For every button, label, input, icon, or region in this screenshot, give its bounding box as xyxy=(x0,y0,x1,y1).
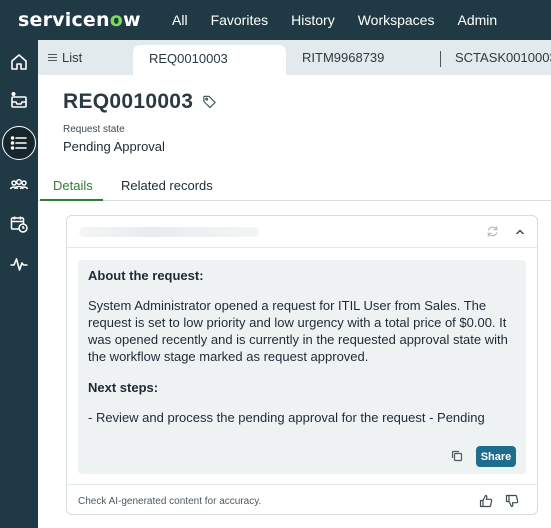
record-subtabs: Details Related records xyxy=(38,175,551,201)
list-icon xyxy=(10,136,27,150)
tab-separator xyxy=(440,51,441,67)
record-number-title: REQ0010003 xyxy=(63,90,194,113)
next-step-item: - Review and process the pending approva… xyxy=(88,410,485,425)
inbox-icon xyxy=(11,92,27,108)
chevron-up-icon[interactable] xyxy=(513,225,527,239)
about-request-heading: About the request: xyxy=(88,268,204,283)
sidebar-schedule[interactable] xyxy=(2,207,36,241)
groups-icon xyxy=(9,178,29,190)
request-state-value: Pending Approval xyxy=(63,139,165,154)
sidebar-activity[interactable] xyxy=(2,247,36,281)
top-nav-menu: All Favorites History Workspaces Admin xyxy=(172,12,520,28)
hamburger-icon xyxy=(48,52,57,64)
nav-favorites[interactable]: Favorites xyxy=(211,12,269,28)
blurred-header-placeholder xyxy=(79,227,259,237)
calendar-clock-icon xyxy=(10,216,28,233)
nav-all[interactable]: All xyxy=(172,12,188,28)
tab-req0010003[interactable]: REQ0010003 xyxy=(133,45,286,75)
left-sidebar xyxy=(0,40,38,528)
tab-details[interactable]: Details xyxy=(53,178,93,193)
list-tab[interactable]: List xyxy=(48,50,82,65)
list-tab-label: List xyxy=(62,50,83,65)
nav-admin[interactable]: Admin xyxy=(457,12,497,28)
record-content: REQ0010003 Request state Pending Approva… xyxy=(38,75,551,528)
tab-sctask0010003[interactable]: SCTASK0010003 xyxy=(455,50,551,65)
nav-workspaces[interactable]: Workspaces xyxy=(358,12,435,28)
refresh-icon[interactable] xyxy=(486,225,499,238)
servicenow-logo[interactable]: servicenow xyxy=(18,9,172,31)
tab-ritm9968739[interactable]: RITM9968739 xyxy=(302,50,384,65)
thumbs-up-icon[interactable] xyxy=(479,494,493,508)
thumbs-down-icon[interactable] xyxy=(505,494,519,508)
activity-icon xyxy=(10,258,28,271)
ai-disclaimer: Check AI-generated content for accuracy. xyxy=(78,496,262,507)
summary-body: About the request: System Administrator … xyxy=(78,260,526,474)
home-icon xyxy=(11,54,27,70)
top-navigation-bar: servicenow All Favorites History Workspa… xyxy=(0,0,551,40)
about-request-text: System Administrator opened a request fo… xyxy=(88,298,508,364)
sidebar-home[interactable] xyxy=(2,45,36,79)
summary-card-header xyxy=(67,216,537,248)
sidebar-list[interactable] xyxy=(2,126,36,160)
nav-history[interactable]: History xyxy=(291,12,335,28)
tag-icon[interactable] xyxy=(202,94,217,109)
summary-card-footer: Check AI-generated content for accuracy. xyxy=(67,484,537,514)
sidebar-inbox[interactable] xyxy=(2,83,36,117)
tab-related-records[interactable]: Related records xyxy=(121,178,213,193)
active-tab-indicator xyxy=(40,199,103,201)
workspace-tab-bar: List REQ0010003 RITM9968739 SCTASK001000… xyxy=(38,40,551,75)
share-button[interactable]: Share xyxy=(476,446,516,467)
copy-icon[interactable] xyxy=(451,450,463,462)
ai-summary-card: About the request: System Administrator … xyxy=(66,215,538,515)
request-state-label: Request state xyxy=(63,124,125,135)
sidebar-groups[interactable] xyxy=(2,168,36,202)
next-steps-heading: Next steps: xyxy=(88,380,159,395)
